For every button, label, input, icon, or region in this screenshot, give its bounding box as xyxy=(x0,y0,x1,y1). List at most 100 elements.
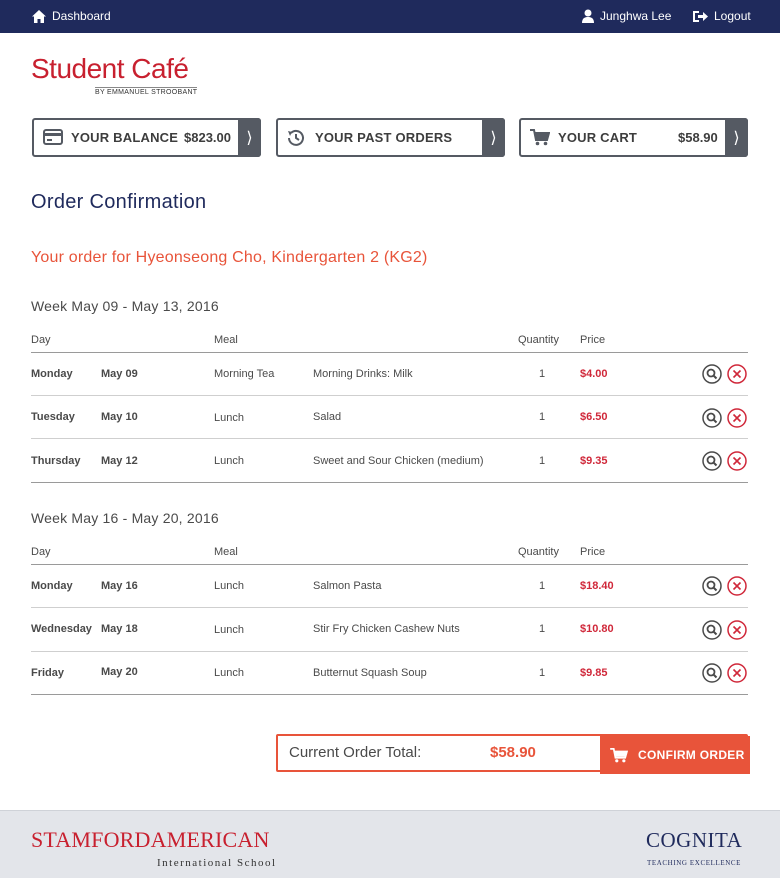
row-meal: Lunch xyxy=(214,624,244,636)
stamford-american-logo[interactable]: STAMFORDAMERICAN International School xyxy=(31,827,275,870)
magnifier-icon[interactable] xyxy=(702,364,722,384)
logo-byline: BY EMMANUEL STROOBANT xyxy=(95,87,198,96)
history-icon xyxy=(288,129,304,146)
credit-card-icon xyxy=(43,129,63,145)
past-orders-label: YOUR PAST ORDERS xyxy=(315,130,453,145)
cart-card[interactable]: YOUR CART $58.90 ⟩ xyxy=(519,118,748,157)
dashboard-link[interactable]: Dashboard xyxy=(32,9,111,23)
magnifier-icon[interactable] xyxy=(702,620,722,640)
cart-label: YOUR CART xyxy=(558,130,638,145)
close-circle-icon[interactable] xyxy=(727,620,747,640)
row-date: May 09 xyxy=(101,368,138,380)
divider xyxy=(31,438,748,439)
school-name: STAMFORDAMERICAN xyxy=(31,827,270,852)
top-nav-bar: Dashboard Junghwa Lee Logout xyxy=(0,0,780,33)
row-item: Salmon Pasta xyxy=(313,580,382,592)
balance-label: YOUR BALANCE xyxy=(71,130,179,145)
divider xyxy=(31,482,748,483)
row-date: May 12 xyxy=(101,455,138,467)
row-quantity: 1 xyxy=(539,411,546,423)
row-price: $9.35 xyxy=(580,455,608,467)
divider xyxy=(31,395,748,396)
row-meal: Morning Tea xyxy=(214,368,275,380)
row-date: May 18 xyxy=(101,623,138,635)
column-day: Day xyxy=(31,546,51,558)
order-total-label: Current Order Total: xyxy=(289,744,422,761)
confirm-order-label: CONFIRM ORDER xyxy=(638,748,745,762)
magnifier-icon[interactable] xyxy=(702,663,722,683)
divider xyxy=(31,694,748,695)
row-price: $4.00 xyxy=(580,368,608,380)
column-day: Day xyxy=(31,334,51,346)
student-cafe-logo[interactable]: Student Café BY EMMANUEL STROOBANT xyxy=(31,53,198,96)
row-quantity: 1 xyxy=(539,455,546,467)
row-meal: Lunch xyxy=(214,667,244,679)
row-date: May 20 xyxy=(101,666,138,678)
row-quantity: 1 xyxy=(539,623,546,635)
chevron-right-icon: ⟩ xyxy=(238,118,261,157)
column-meal: Meal xyxy=(214,334,238,346)
footer: STAMFORDAMERICAN International School CO… xyxy=(0,810,780,878)
column-meal: Meal xyxy=(214,546,238,558)
row-date: May 10 xyxy=(101,411,138,423)
magnifier-icon[interactable] xyxy=(702,408,722,428)
column-quantity: Quantity xyxy=(518,334,559,346)
close-circle-icon[interactable] xyxy=(727,408,747,428)
magnifier-icon[interactable] xyxy=(702,451,722,471)
order-for-heading: Your order for Hyeonseong Cho, Kindergar… xyxy=(31,249,428,266)
row-day: Friday xyxy=(31,667,65,679)
close-circle-icon[interactable] xyxy=(727,364,747,384)
row-price: $10.80 xyxy=(580,623,614,635)
order-total-box: Current Order Total: $58.90 CONFIRM ORDE… xyxy=(276,734,750,774)
close-circle-icon[interactable] xyxy=(727,451,747,471)
cart-value: $58.90 xyxy=(678,130,718,145)
column-price: Price xyxy=(580,334,606,346)
row-price: $9.85 xyxy=(580,667,608,679)
row-item: Stir Fry Chicken Cashew Nuts xyxy=(313,623,460,635)
row-date: May 16 xyxy=(101,580,138,592)
row-quantity: 1 xyxy=(539,580,546,592)
logout-link[interactable]: Logout xyxy=(692,9,751,23)
row-meal: Lunch xyxy=(214,412,244,424)
row-meal: Lunch xyxy=(214,455,244,467)
row-day: Tuesday xyxy=(31,411,75,423)
divider xyxy=(31,651,748,652)
user-name: Junghwa Lee xyxy=(600,9,672,23)
balance-card[interactable]: YOUR BALANCE $823.00 ⟩ xyxy=(32,118,261,157)
row-meal: Lunch xyxy=(214,580,244,592)
column-price: Price xyxy=(580,546,606,558)
page-title: Order Confirmation xyxy=(31,191,207,213)
logo-name: Student Café xyxy=(31,53,189,84)
row-item: Salad xyxy=(313,411,342,423)
cart-icon xyxy=(530,129,550,146)
logout-label: Logout xyxy=(714,9,751,23)
chevron-right-icon: ⟩ xyxy=(482,118,505,157)
row-price: $6.50 xyxy=(580,411,608,423)
week-heading: Week May 16 - May 20, 2016 xyxy=(31,510,219,526)
past-orders-card[interactable]: YOUR PAST ORDERS ⟩ xyxy=(276,118,505,157)
row-item: Butternut Squash Soup xyxy=(313,667,427,679)
row-day: Monday xyxy=(31,580,73,592)
row-day: Thursday xyxy=(31,455,81,467)
confirm-order-button[interactable]: CONFIRM ORDER xyxy=(600,736,750,774)
divider xyxy=(31,564,748,565)
row-day: Wednesday xyxy=(31,623,92,635)
school-subtitle: International School xyxy=(157,857,277,869)
partner-subtitle: TEACHING EXCELLENCE xyxy=(647,859,742,867)
divider xyxy=(31,607,748,608)
divider xyxy=(31,352,748,353)
cognita-logo[interactable]: COGNITA TEACHING EXCELLENCE xyxy=(646,828,743,867)
chevron-right-icon: ⟩ xyxy=(725,118,748,157)
row-quantity: 1 xyxy=(539,667,546,679)
user-menu[interactable]: Junghwa Lee xyxy=(582,9,671,23)
magnifier-icon[interactable] xyxy=(702,576,722,596)
home-icon xyxy=(32,9,46,23)
close-circle-icon[interactable] xyxy=(727,576,747,596)
close-circle-icon[interactable] xyxy=(727,663,747,683)
dashboard-label: Dashboard xyxy=(52,9,111,23)
week-heading: Week May 09 - May 13, 2016 xyxy=(31,298,219,314)
cart-icon xyxy=(610,747,628,762)
column-quantity: Quantity xyxy=(518,546,559,558)
balance-value: $823.00 xyxy=(184,130,231,145)
partner-name: COGNITA xyxy=(646,828,743,852)
